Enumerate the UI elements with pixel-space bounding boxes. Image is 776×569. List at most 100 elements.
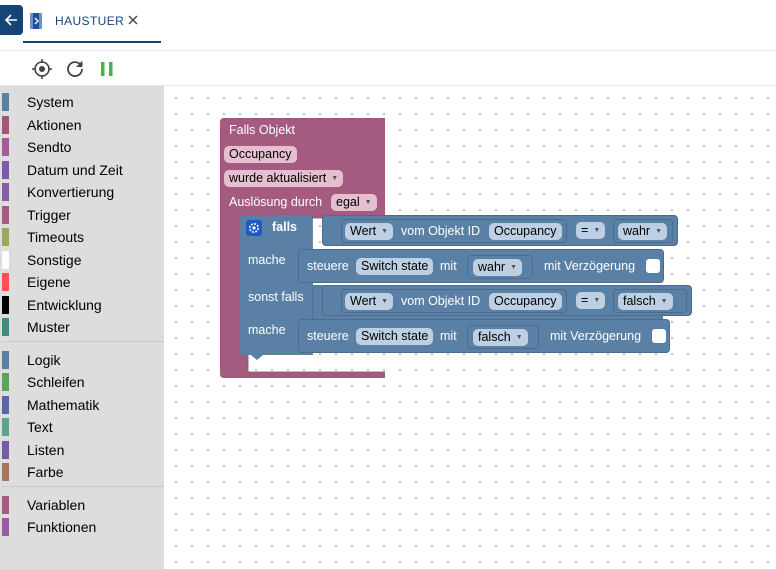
category-color bbox=[2, 228, 9, 246]
category-aktionen[interactable]: Aktionen bbox=[0, 114, 164, 134]
pause-icon[interactable] bbox=[96, 58, 118, 80]
boolean-block-2[interactable]: wahr ▼ bbox=[467, 255, 533, 279]
operator-dropdown-2[interactable]: = ▼ bbox=[576, 292, 606, 309]
else-if-label: sonst falls bbox=[248, 290, 304, 304]
dropdown-caret-icon: ▼ bbox=[381, 228, 389, 235]
dropdown-caret-icon: ▼ bbox=[593, 297, 601, 304]
property-dropdown-2[interactable]: Wert ▼ bbox=[345, 293, 394, 310]
category-konvertierung[interactable]: Konvertierung bbox=[0, 181, 164, 201]
category-color bbox=[2, 93, 9, 111]
category-color bbox=[2, 318, 9, 336]
close-icon[interactable] bbox=[125, 12, 141, 28]
refresh-icon[interactable] bbox=[64, 58, 86, 80]
category-funktionen[interactable]: Funktionen bbox=[0, 516, 164, 536]
category-schleifen[interactable]: Schleifen bbox=[0, 371, 164, 391]
script-file-icon bbox=[30, 13, 42, 29]
dropdown-caret-icon: ▼ bbox=[364, 199, 372, 206]
control-object-field-1[interactable]: Switch state bbox=[356, 258, 434, 275]
boolean-block-4[interactable]: falsch ▼ bbox=[467, 325, 539, 349]
trigger-source-value: egal bbox=[336, 195, 360, 209]
boolean-dropdown-4[interactable]: falsch ▼ bbox=[473, 329, 528, 346]
category-sonstige[interactable]: Sonstige bbox=[0, 249, 164, 269]
object-id-field-2[interactable]: Occupancy bbox=[489, 293, 562, 310]
dropdown-caret-icon: ▼ bbox=[510, 264, 518, 271]
category-color bbox=[2, 138, 9, 156]
category-color bbox=[2, 496, 9, 514]
category-color bbox=[2, 296, 9, 314]
category-datum-und-zeit[interactable]: Datum und Zeit bbox=[0, 159, 164, 179]
object-id-field-1[interactable]: Occupancy bbox=[489, 223, 562, 240]
boolean-dropdown-1[interactable]: wahr ▼ bbox=[618, 223, 668, 240]
dropdown-caret-icon: ▼ bbox=[515, 334, 523, 341]
category-color bbox=[2, 273, 9, 291]
tab-haustuer[interactable]: HAUSTUER bbox=[23, 0, 161, 43]
category-color bbox=[2, 351, 9, 369]
gear-icon[interactable] bbox=[246, 220, 262, 236]
category-eigene[interactable]: Eigene bbox=[0, 271, 164, 291]
control-block-2[interactable]: steuere Switch state mit falsch ▼ mit Ver… bbox=[298, 319, 670, 353]
category-color bbox=[2, 373, 9, 391]
property-value: Wert bbox=[350, 224, 377, 238]
toolbar bbox=[0, 51, 776, 86]
boolean-dropdown-2[interactable]: wahr ▼ bbox=[473, 259, 523, 276]
toolbox-separator bbox=[2, 486, 164, 487]
trigger-event-dropdown[interactable]: wurde aktualisiert ▼ bbox=[224, 170, 344, 187]
category-muster[interactable]: Muster bbox=[0, 316, 164, 336]
boolean-block-3[interactable]: falsch ▼ bbox=[613, 289, 687, 313]
operator-value: = bbox=[581, 223, 589, 237]
trigger-title: Falls Objekt bbox=[229, 123, 295, 137]
dropdown-caret-icon: ▼ bbox=[660, 298, 668, 305]
boolean-value: wahr bbox=[623, 224, 651, 238]
then-label-1: mache bbox=[248, 253, 286, 267]
toolbox-separator bbox=[2, 341, 164, 342]
trigger-source-dropdown[interactable]: egal ▼ bbox=[331, 194, 377, 211]
trigger-object-field[interactable]: Occupancy bbox=[224, 146, 297, 163]
category-timeouts[interactable]: Timeouts bbox=[0, 226, 164, 246]
category-farbe[interactable]: Farbe bbox=[0, 461, 164, 481]
category-sendto[interactable]: Sendto bbox=[0, 136, 164, 156]
control-label-2: steuere bbox=[307, 329, 349, 343]
if-else-block[interactable]: falls Wert ▼ vom Objekt ID Occupancy = ▼ w… bbox=[239, 215, 699, 365]
get-value-block-1[interactable]: Wert ▼ vom Objekt ID Occupancy bbox=[341, 219, 567, 243]
category-system[interactable]: System bbox=[0, 91, 164, 111]
tab-bar: HAUSTUER bbox=[0, 0, 776, 51]
boolean-value: falsch bbox=[478, 330, 511, 344]
category-color bbox=[2, 518, 9, 536]
blockly-workspace[interactable]: Falls Objekt Occupancy wurde aktualisier… bbox=[164, 86, 776, 569]
back-button[interactable] bbox=[0, 5, 23, 35]
category-variablen[interactable]: Variablen bbox=[0, 494, 164, 514]
category-text[interactable]: Text bbox=[0, 416, 164, 436]
dropdown-caret-icon: ▼ bbox=[655, 228, 663, 235]
delay-checkbox-2[interactable] bbox=[652, 329, 666, 343]
control-label-1: steuere bbox=[307, 259, 349, 273]
category-listen[interactable]: Listen bbox=[0, 439, 164, 459]
category-trigger[interactable]: Trigger bbox=[0, 204, 164, 224]
with-label-2: mit bbox=[440, 329, 457, 343]
boolean-block-1[interactable]: wahr ▼ bbox=[613, 219, 673, 243]
category-logik[interactable]: Logik bbox=[0, 349, 164, 369]
property-value: Wert bbox=[350, 294, 377, 308]
dropdown-caret-icon: ▼ bbox=[331, 175, 339, 182]
boolean-dropdown-3[interactable]: falsch ▼ bbox=[618, 293, 673, 310]
compare-block-2[interactable]: Wert ▼ vom Objekt ID Occupancy = ▼ falsch ▼ bbox=[322, 285, 692, 316]
category-color bbox=[2, 396, 9, 414]
get-value-block-2[interactable]: Wert ▼ vom Objekt ID Occupancy bbox=[341, 289, 567, 313]
category-entwicklung[interactable]: Entwicklung bbox=[0, 294, 164, 314]
category-mathematik[interactable]: Mathematik bbox=[0, 394, 164, 414]
category-color bbox=[2, 441, 9, 459]
control-object-field-2[interactable]: Switch state bbox=[356, 328, 434, 345]
of-object-label-2: vom Objekt ID bbox=[401, 294, 481, 308]
operator-value: = bbox=[581, 293, 589, 307]
category-color bbox=[2, 183, 9, 201]
control-block-1[interactable]: steuere Switch state mit wahr ▼ mit Verzö… bbox=[298, 249, 664, 283]
compare-block-1[interactable]: Wert ▼ vom Objekt ID Occupancy = ▼ wahr ▼ bbox=[322, 215, 678, 246]
delay-label-1: mit Verzögerung bbox=[544, 259, 636, 273]
operator-dropdown-1[interactable]: = ▼ bbox=[576, 222, 606, 239]
app-root: HAUSTUER System Aktionen Sendto Datum un… bbox=[0, 0, 776, 569]
property-dropdown-1[interactable]: Wert ▼ bbox=[345, 223, 394, 240]
delay-checkbox-1[interactable] bbox=[646, 259, 660, 273]
arrow-left-icon bbox=[5, 14, 17, 26]
category-color bbox=[2, 418, 9, 436]
crosshair-icon[interactable] bbox=[31, 58, 53, 80]
category-color bbox=[2, 463, 9, 481]
